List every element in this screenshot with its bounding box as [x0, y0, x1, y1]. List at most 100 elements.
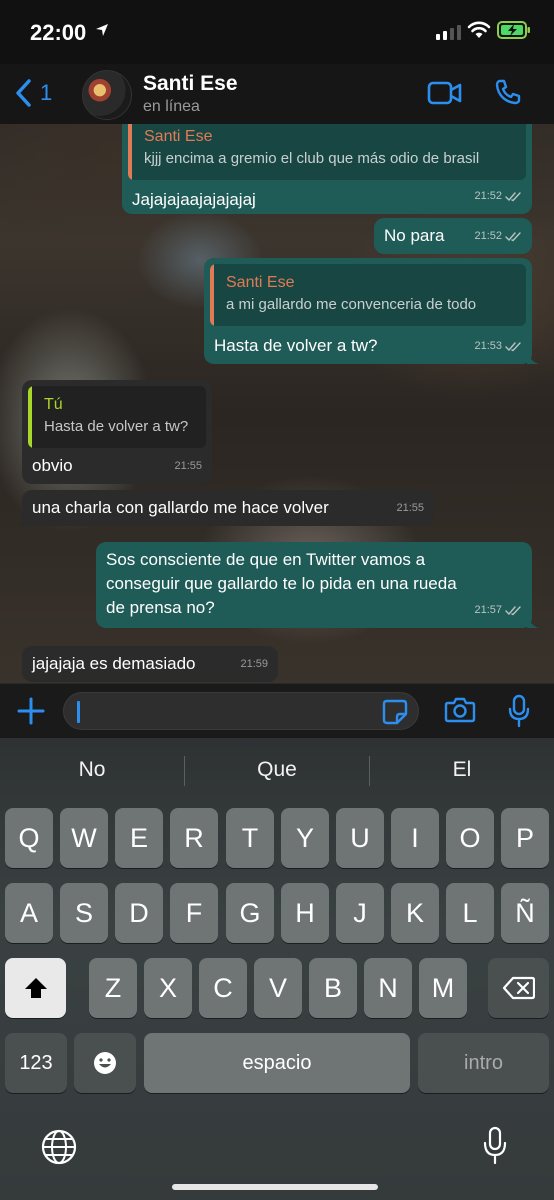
key-enye[interactable]: Ñ: [501, 883, 549, 943]
quoted-message[interactable]: Tú Hasta de volver a tw?: [28, 386, 206, 448]
quote-text: Hasta de volver a tw?: [44, 418, 189, 435]
key-o[interactable]: O: [446, 808, 494, 868]
key-n[interactable]: N: [364, 958, 412, 1018]
key-h[interactable]: H: [281, 883, 329, 943]
home-indicator[interactable]: [172, 1184, 378, 1190]
message-meta: 21:57: [474, 598, 522, 622]
bubble-tail: [15, 514, 27, 526]
status-time: 22:00: [30, 20, 87, 45]
key-w[interactable]: W: [60, 808, 108, 868]
message-meta: 21:55: [174, 454, 202, 478]
back-chevron-icon: [16, 79, 31, 107]
message-text-line: Sos consciente de que en Twitter vamos a: [106, 550, 426, 569]
chat-header: 1 Santi Ese en línea: [0, 64, 554, 124]
key-a[interactable]: A: [5, 883, 53, 943]
shift-icon: [24, 978, 47, 998]
quote-author: Tú: [44, 396, 63, 413]
message-time: 21:57: [474, 604, 502, 616]
dictation-icon[interactable]: [482, 1126, 508, 1166]
message-bubble-outgoing[interactable]: Santi Ese kjjj encima a gremio el club q…: [122, 112, 532, 214]
location-arrow-icon: [96, 24, 108, 36]
message-bubble-outgoing[interactable]: Santi Ese a mi gallardo me convenceria d…: [204, 258, 539, 364]
key-j[interactable]: J: [336, 883, 384, 943]
bubble-tail: [527, 616, 539, 628]
backspace-key[interactable]: [488, 958, 549, 1018]
unread-count: 1: [40, 80, 53, 105]
key-y[interactable]: Y: [281, 808, 329, 868]
shift-key[interactable]: [5, 958, 66, 1018]
key-b[interactable]: B: [309, 958, 357, 1018]
message-bubble-incoming[interactable]: Tú Hasta de volver a tw? obvio 21:55: [22, 380, 212, 484]
space-key[interactable]: espacio: [144, 1033, 410, 1093]
video-call-icon[interactable]: [427, 80, 463, 106]
suggestion-item[interactable]: No: [0, 758, 184, 782]
suggestion-item[interactable]: El: [370, 758, 554, 782]
message-time: 21:59: [240, 658, 268, 670]
quote-author: Santi Ese: [144, 128, 213, 145]
phone-icon[interactable]: [494, 78, 522, 106]
key-v[interactable]: V: [254, 958, 302, 1018]
key-e[interactable]: E: [115, 808, 163, 868]
microphone-icon[interactable]: [507, 694, 531, 728]
message-bubble-outgoing[interactable]: Sos consciente de que en Twitter vamos a…: [96, 542, 539, 628]
message-time: 21:55: [174, 460, 202, 472]
key-x[interactable]: X: [144, 958, 192, 1018]
sticker-icon[interactable]: [382, 699, 408, 725]
key-z[interactable]: Z: [89, 958, 137, 1018]
message-bubble-incoming[interactable]: jajajaja es demasiado 21:59: [22, 646, 278, 682]
message-text-line: conseguir que gallardo te lo pida en una…: [106, 574, 457, 593]
quote-text: a mi gallardo me convenceria de todo: [226, 296, 477, 313]
key-g[interactable]: G: [226, 883, 274, 943]
contact-avatar[interactable]: [82, 70, 132, 120]
quote-author: Santi Ese: [226, 274, 295, 291]
key-s[interactable]: S: [60, 883, 108, 943]
message-bubble-outgoing[interactable]: No para 21:52: [374, 218, 532, 254]
globe-icon[interactable]: [40, 1128, 78, 1166]
key-f[interactable]: F: [170, 883, 218, 943]
message-meta: 21:53: [474, 334, 522, 358]
message-meta: 21:59: [240, 652, 268, 676]
text-caret: [77, 701, 80, 723]
contact-status: en línea: [143, 98, 200, 115]
key-m[interactable]: M: [419, 958, 467, 1018]
return-key[interactable]: intro: [418, 1033, 549, 1093]
message-text: Jajajajaajajajajaj: [132, 190, 256, 209]
read-receipt-icon: [505, 191, 521, 201]
message-time: 21:52: [474, 190, 502, 202]
quoted-message[interactable]: Santi Ese a mi gallardo me convenceria d…: [210, 264, 526, 326]
battery-charging-icon: [497, 21, 530, 39]
read-receipt-icon: [505, 605, 521, 615]
read-receipt-icon: [505, 341, 521, 351]
bubble-tail: [527, 352, 539, 364]
key-q[interactable]: Q: [5, 808, 53, 868]
key-t[interactable]: T: [226, 808, 274, 868]
message-time: 21:55: [396, 502, 424, 514]
key-k[interactable]: K: [391, 883, 439, 943]
message-text-line: de prensa no?: [106, 598, 215, 617]
message-meta: 21:55: [396, 496, 424, 520]
message-time: 21:52: [474, 230, 502, 242]
plus-icon[interactable]: [16, 696, 46, 726]
key-r[interactable]: R: [170, 808, 218, 868]
message-bubble-incoming[interactable]: una charla con gallardo me hace volver 2…: [15, 490, 434, 526]
key-u[interactable]: U: [336, 808, 384, 868]
message-meta: 21:52: [474, 224, 522, 248]
back-button[interactable]: 1: [14, 78, 52, 108]
keyboard: No Que El Q W E R T Y U I O P A S D F G …: [0, 738, 554, 1200]
key-i[interactable]: I: [391, 808, 439, 868]
read-receipt-icon: [505, 231, 521, 241]
message-text: una charla con gallardo me hace volver: [32, 498, 329, 517]
key-d[interactable]: D: [115, 883, 163, 943]
signal-icon: [436, 24, 461, 40]
message-meta: 21:52: [474, 184, 522, 208]
camera-icon[interactable]: [444, 696, 476, 724]
key-c[interactable]: C: [199, 958, 247, 1018]
message-input[interactable]: [63, 692, 419, 730]
key-l[interactable]: L: [446, 883, 494, 943]
contact-name[interactable]: Santi Ese: [143, 72, 238, 96]
quoted-message[interactable]: Santi Ese kjjj encima a gremio el club q…: [128, 118, 526, 180]
suggestion-item[interactable]: Que: [185, 758, 369, 782]
emoji-key[interactable]: [74, 1033, 136, 1093]
key-p[interactable]: P: [501, 808, 549, 868]
numbers-key[interactable]: 123: [5, 1033, 67, 1093]
